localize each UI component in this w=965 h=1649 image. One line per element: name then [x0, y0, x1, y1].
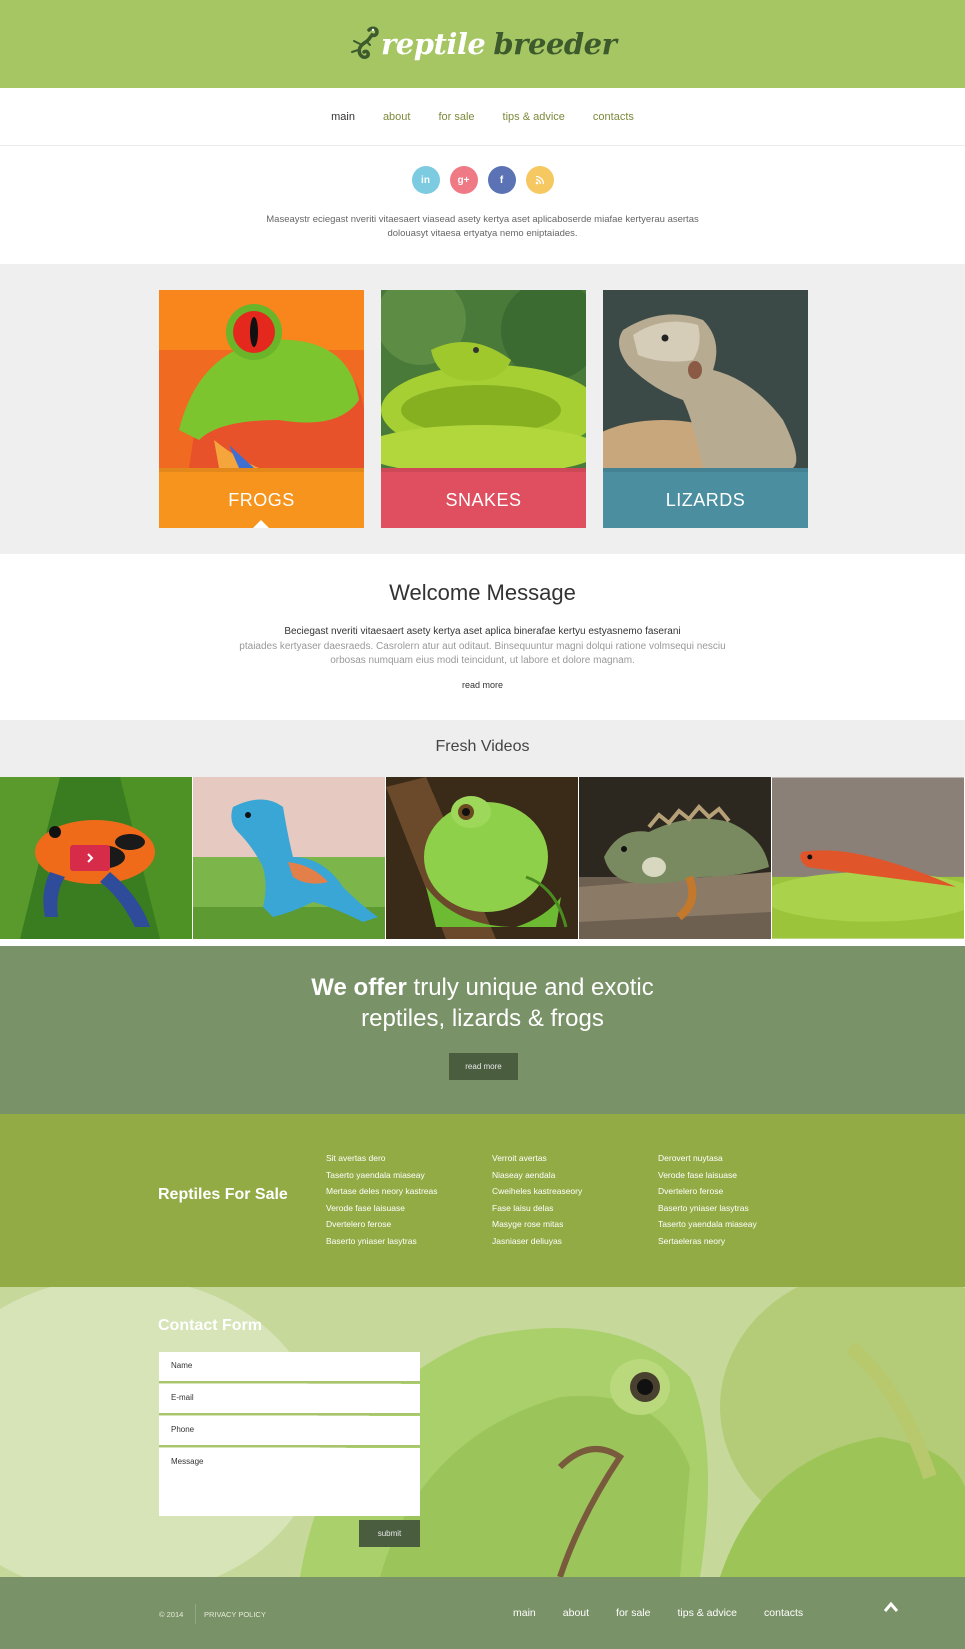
- footer-nav: main about for sale tips & advice contac…: [513, 1607, 830, 1619]
- main-nav: main about for sale tips & advice contac…: [0, 88, 965, 146]
- video-thumb-blue-lizard[interactable]: [193, 777, 385, 939]
- offer-bold: We offer: [311, 974, 407, 1001]
- sale-link[interactable]: Jasniaser deliuyas: [492, 1233, 582, 1250]
- welcome-lead: Beciegast nveriti vitaesaert asety kerty…: [284, 626, 681, 637]
- logo[interactable]: reptile breeder: [347, 20, 619, 68]
- offer-headline-line2: reptiles, lizards & frogs: [361, 1005, 604, 1032]
- footer-nav-about[interactable]: about: [563, 1607, 589, 1619]
- nav-tips-advice[interactable]: tips & advice: [503, 111, 565, 123]
- sale-column-3: Derovert nuytasa Verode fase laisuase Dv…: [658, 1150, 757, 1249]
- nav-contacts[interactable]: contacts: [593, 111, 634, 123]
- intro-text: Maseaystr eciegast nveriti vitaesaert vi…: [266, 214, 699, 239]
- frog-background-photo: [0, 1287, 965, 1577]
- video-thumb-tree-frog[interactable]: [386, 777, 578, 939]
- snake-photo: [381, 290, 586, 475]
- welcome-body: ptaiades kertyaser daesraeds. Casrolern …: [239, 641, 726, 666]
- back-to-top-icon[interactable]: [884, 1600, 898, 1614]
- sale-link[interactable]: Taserto yaendala miaseay: [326, 1167, 438, 1184]
- sale-link[interactable]: Sertaeleras neory: [658, 1233, 757, 1250]
- video-thumb-newt[interactable]: [772, 777, 964, 939]
- nav-main[interactable]: main: [331, 111, 355, 123]
- sale-link[interactable]: Taserto yaendala miaseay: [658, 1216, 757, 1233]
- chevron-right-icon: [87, 853, 94, 863]
- rss-icon[interactable]: [525, 166, 554, 194]
- lizard-logo-icon: [351, 26, 379, 59]
- sale-link[interactable]: Cweiheles kastreaseory: [492, 1183, 582, 1200]
- message-field[interactable]: Message: [159, 1448, 420, 1516]
- sale-link[interactable]: Verode fase laisuase: [326, 1200, 438, 1217]
- videos-title: Fresh Videos: [435, 738, 530, 755]
- footer-nav-for-sale[interactable]: for sale: [616, 1607, 650, 1619]
- category-lizards[interactable]: LIZARDS: [603, 290, 808, 528]
- category-label-snakes: SNAKES: [381, 468, 586, 528]
- lizard-photo: [603, 290, 808, 510]
- sale-link[interactable]: Sit avertas dero: [326, 1150, 438, 1167]
- submit-button[interactable]: submit: [359, 1520, 420, 1547]
- category-label-lizards: LIZARDS: [603, 468, 808, 528]
- sale-link[interactable]: Baserto yniaser lasytras: [658, 1200, 757, 1217]
- sale-link[interactable]: Fase laisu delas: [492, 1200, 582, 1217]
- logo-word-breeder: breeder: [493, 27, 617, 61]
- welcome-read-more-link[interactable]: read more: [0, 680, 965, 690]
- contact-section: [0, 1287, 965, 1577]
- phone-field[interactable]: Phone: [159, 1416, 420, 1447]
- contact-title: Contact Form: [158, 1317, 262, 1334]
- sale-title: Reptiles For Sale: [158, 1186, 288, 1203]
- footer-divider: [195, 1604, 196, 1624]
- offer-headline-line1: We offer truly unique and exotic: [0, 974, 965, 1002]
- video-play-button[interactable]: [70, 845, 110, 871]
- privacy-policy-link[interactable]: PRIVACY POLICY: [204, 1610, 266, 1619]
- reptiles-for-sale-section: [0, 1114, 965, 1287]
- category-snakes[interactable]: SNAKES: [381, 290, 586, 528]
- sale-link[interactable]: Baserto yniaser lasytras: [326, 1233, 438, 1250]
- video-thumb-iguana[interactable]: [579, 777, 771, 939]
- footer-nav-main[interactable]: main: [513, 1607, 536, 1619]
- category-label-frogs: FROGS: [159, 468, 364, 528]
- footer-nav-tips-advice[interactable]: tips & advice: [677, 1607, 737, 1619]
- linkedin-icon[interactable]: in: [411, 166, 440, 194]
- social-links: in g+ f: [0, 166, 965, 196]
- offer-read-more-button[interactable]: read more: [449, 1053, 518, 1080]
- offer-line1-rest: truly unique and exotic: [406, 974, 654, 1001]
- sale-link[interactable]: Dvertelero ferose: [326, 1216, 438, 1233]
- active-category-pointer: [253, 520, 269, 528]
- sale-link[interactable]: Mertase deles neory kastreas: [326, 1183, 438, 1200]
- google-plus-icon[interactable]: g+: [449, 166, 478, 194]
- copyright: © 2014: [159, 1610, 184, 1619]
- name-field[interactable]: Name: [159, 1352, 420, 1383]
- category-frogs[interactable]: FROGS: [159, 290, 364, 528]
- logo-word-reptile: reptile: [381, 27, 486, 61]
- sale-column-1: Sit avertas dero Taserto yaendala miasea…: [326, 1150, 438, 1249]
- sale-link[interactable]: Derovert nuytasa: [658, 1150, 757, 1167]
- frog-photo: [159, 290, 364, 468]
- sale-link[interactable]: Dvertelero ferose: [658, 1183, 757, 1200]
- email-field[interactable]: E-mail: [159, 1384, 420, 1415]
- nav-for-sale[interactable]: for sale: [438, 111, 474, 123]
- facebook-icon[interactable]: f: [487, 166, 516, 194]
- sale-link[interactable]: Masyge rose mitas: [492, 1216, 582, 1233]
- welcome-title: Welcome Message: [389, 580, 576, 605]
- sale-link[interactable]: Verode fase laisuase: [658, 1167, 757, 1184]
- sale-column-2: Verroit avertas Niaseay aendala Cweihele…: [492, 1150, 582, 1249]
- nav-about[interactable]: about: [383, 111, 411, 123]
- sale-link[interactable]: Niaseay aendala: [492, 1167, 582, 1184]
- footer-nav-contacts[interactable]: contacts: [764, 1607, 803, 1619]
- sale-link[interactable]: Verroit avertas: [492, 1150, 582, 1167]
